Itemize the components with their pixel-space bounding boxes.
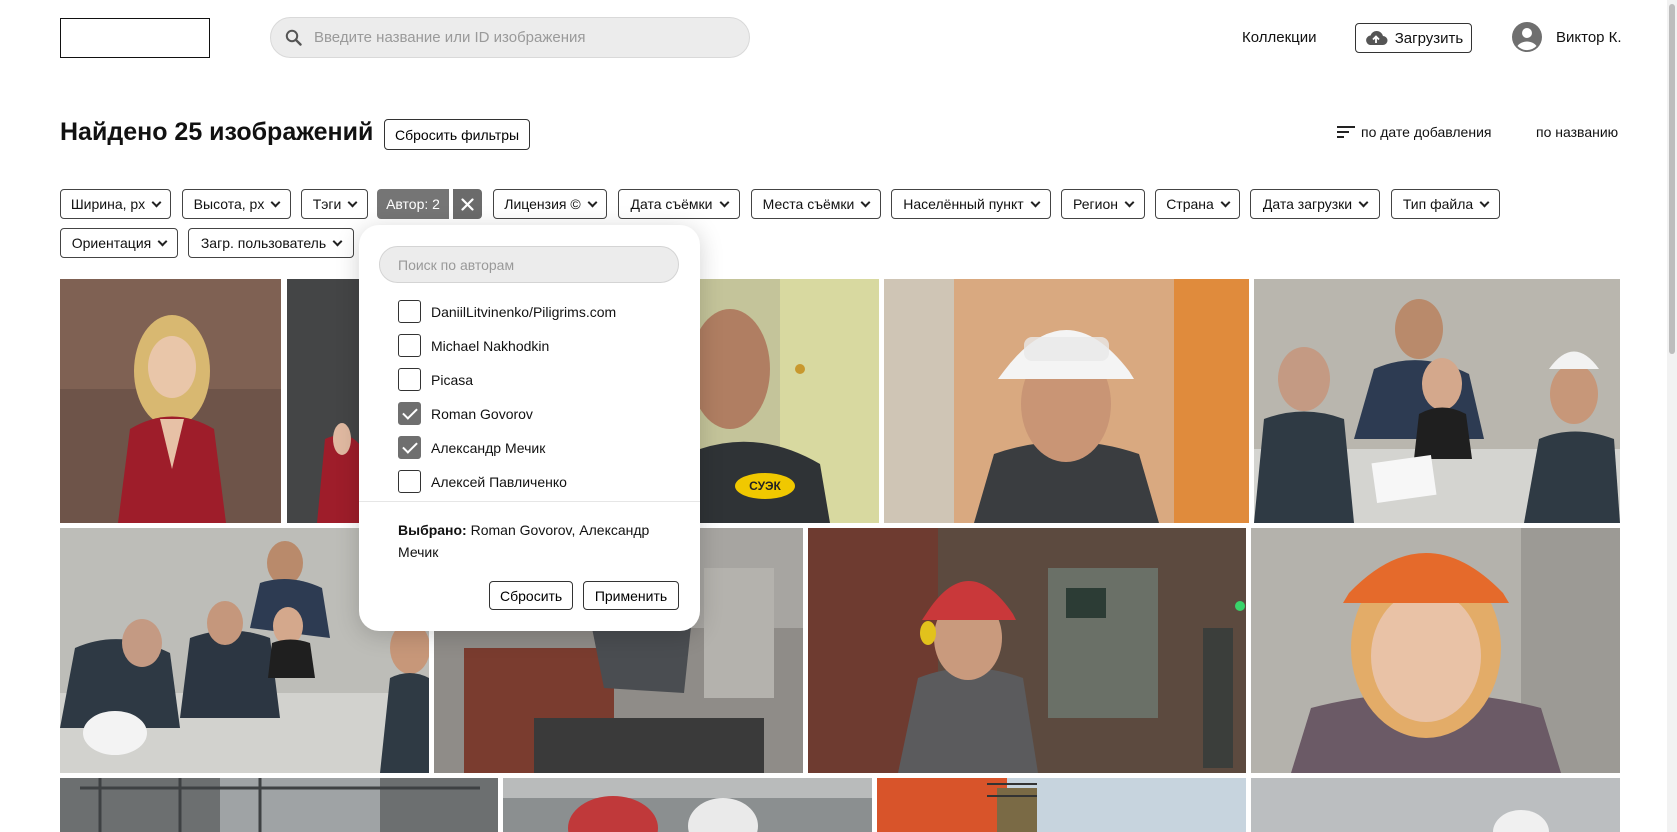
clear-author-filter-button[interactable]: [453, 189, 482, 219]
author-option[interactable]: Алексей Павличенко: [398, 470, 567, 493]
filter-license[interactable]: Лицензия ©: [493, 189, 607, 219]
filter-tags[interactable]: Тэги: [301, 189, 368, 219]
checkbox[interactable]: [398, 368, 421, 391]
author-option[interactable]: Picasa: [398, 368, 473, 391]
cloud-upload-icon: [1365, 31, 1388, 45]
filter-uploaded-by-label: Загр. пользователь: [200, 235, 327, 251]
photo-thumbnail[interactable]: [1251, 778, 1620, 832]
filter-shoot-date[interactable]: Дата съёмки: [618, 189, 740, 219]
filter-country[interactable]: Страна: [1155, 189, 1240, 219]
filter-upload-date[interactable]: Дата загрузки: [1250, 189, 1380, 219]
user-menu[interactable]: Виктор К.: [1512, 22, 1622, 52]
author-option[interactable]: Michael Nakhodkin: [398, 334, 549, 357]
filter-tags-label: Тэги: [312, 196, 342, 212]
photo-thumbnail[interactable]: [884, 279, 1249, 523]
dropdown-apply-button[interactable]: Применить: [583, 581, 679, 610]
chevron-down-icon: [1124, 197, 1135, 207]
filter-width[interactable]: Ширина, px: [60, 189, 171, 219]
author-option[interactable]: DaniilLitvinenko/Piligrims.com: [398, 300, 616, 323]
author-option-label: Picasa: [431, 371, 474, 388]
checkbox[interactable]: [398, 300, 421, 323]
logo-placeholder[interactable]: [60, 18, 210, 58]
upload-button[interactable]: Загрузить: [1355, 23, 1472, 53]
image-search-bar[interactable]: [270, 17, 750, 58]
upload-label: Загрузить: [1394, 29, 1464, 47]
photo-thumbnail[interactable]: [808, 528, 1246, 773]
photo-thumbnail[interactable]: [1251, 528, 1620, 773]
author-filter-dropdown: DaniilLitvinenko/Piligrims.com Michael N…: [359, 225, 700, 631]
filter-author-active[interactable]: Автор: 2: [377, 189, 449, 219]
photo-thumbnail[interactable]: [503, 778, 872, 832]
chevron-down-icon: [157, 236, 168, 246]
photo-logo-text: СУЭК: [749, 479, 781, 493]
filter-height-label: Высота, px: [193, 196, 265, 212]
author-option-label: DaniilLitvinenko/Piligrims.com: [431, 303, 617, 320]
author-option-label: Александр Мечик: [431, 439, 546, 456]
filter-upload-date-label: Дата загрузки: [1262, 196, 1353, 212]
chevron-down-icon: [1479, 197, 1490, 207]
photo-thumbnail[interactable]: [1254, 279, 1620, 523]
chevron-down-icon: [1358, 197, 1369, 207]
filter-country-label: Страна: [1166, 196, 1214, 212]
sort-by-date[interactable]: по дате добавления: [1337, 124, 1491, 140]
author-option-label: Roman Govorov: [431, 405, 533, 422]
filter-file-type[interactable]: Тип файла: [1391, 189, 1500, 219]
author-option-label: Michael Nakhodkin: [431, 337, 550, 354]
chevron-down-icon: [860, 197, 871, 207]
filter-uploaded-by[interactable]: Загр. пользователь: [188, 228, 354, 258]
sort-by-date-label: по дате добавления: [1361, 124, 1492, 140]
photo-thumbnail[interactable]: [60, 279, 281, 523]
selected-label: Выбрано:: [398, 522, 467, 538]
sort-icon: [1337, 126, 1355, 138]
chevron-down-icon: [1220, 197, 1231, 207]
chevron-down-icon: [347, 197, 358, 207]
checkbox-checked[interactable]: [398, 436, 421, 459]
author-option-label: Алексей Павличенко: [431, 473, 567, 490]
dropdown-reset-button[interactable]: Сбросить: [489, 581, 573, 610]
author-option[interactable]: Александр Мечик: [398, 436, 545, 459]
filter-license-label: Лицензия ©: [504, 196, 581, 212]
scrollbar-thumb[interactable]: [1669, 4, 1675, 354]
filter-shoot-places-label: Места съёмки: [762, 196, 855, 212]
chevron-down-icon: [719, 197, 729, 207]
selected-authors-summary: Выбрано: Roman Govorov, Александр Мечик: [398, 519, 678, 563]
checkbox-checked[interactable]: [398, 402, 421, 425]
chevron-down-icon: [332, 236, 343, 246]
search-icon: [285, 29, 302, 46]
filter-region[interactable]: Регион: [1061, 189, 1145, 219]
photo-thumbnail[interactable]: СУЭК: [700, 279, 879, 523]
chevron-down-icon: [270, 197, 281, 207]
filter-settlement[interactable]: Населённый пункт: [891, 189, 1051, 219]
reset-filters-button[interactable]: Сбросить фильтры: [384, 119, 531, 150]
filter-settlement-label: Населённый пункт: [903, 196, 1024, 212]
filter-orientation[interactable]: Ориентация: [60, 228, 178, 258]
filter-shoot-places[interactable]: Места съёмки: [751, 189, 881, 219]
user-avatar-icon: [1512, 22, 1542, 52]
filter-orientation-label: Ориентация: [71, 235, 152, 251]
sort-by-name[interactable]: по названию: [1536, 124, 1618, 140]
divider: [359, 501, 700, 502]
author-search-input[interactable]: [379, 246, 679, 283]
author-option[interactable]: Roman Govorov: [398, 402, 533, 425]
filter-region-label: Регион: [1073, 196, 1118, 212]
photo-thumbnail[interactable]: [60, 778, 498, 832]
filter-file-type-label: Тип файла: [1402, 196, 1474, 212]
photo-thumbnail[interactable]: [287, 279, 359, 523]
user-name: Виктор К.: [1556, 28, 1622, 46]
filter-height[interactable]: Высота, px: [182, 189, 291, 219]
chevron-down-icon: [587, 197, 598, 207]
results-count-title: Найдено 25 изображений: [60, 118, 374, 146]
collections-link[interactable]: Коллекции: [1242, 29, 1317, 46]
checkbox[interactable]: [398, 334, 421, 357]
filter-width-label: Ширина, px: [70, 196, 146, 212]
search-input[interactable]: [312, 28, 732, 47]
filter-shoot-date-label: Дата съёмки: [630, 196, 713, 212]
chevron-down-icon: [1030, 197, 1041, 207]
filter-author-label: Автор: 2: [386, 196, 440, 212]
checkbox[interactable]: [398, 470, 421, 493]
chevron-down-icon: [151, 197, 162, 207]
photo-thumbnail[interactable]: [877, 778, 1246, 832]
close-icon: [461, 197, 474, 211]
